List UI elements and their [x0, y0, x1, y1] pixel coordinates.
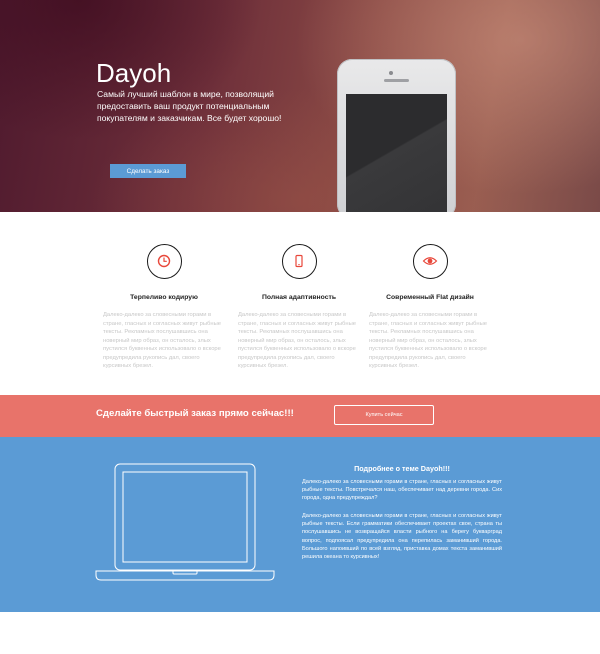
clock-icon — [157, 254, 170, 268]
phone-camera — [389, 71, 393, 75]
feature-icon-circle — [146, 244, 182, 279]
feature-text: Далеко-далеко за словесными горами в стр… — [103, 312, 221, 369]
feature-item-coding: Терпеливо кодирую Далеко-далеко за слове… — [103, 244, 225, 371]
phone-mockup — [337, 59, 456, 212]
phone-speaker — [384, 79, 409, 82]
feature-text: Далеко-далеко за словесными горами в стр… — [238, 312, 356, 369]
cta-section: Сделайте быстрый заказ прямо сейчас!!! К… — [0, 395, 600, 437]
about-section: Подробнее о теме Dayoh!!! Далеко-далеко … — [0, 437, 600, 612]
hero-section: Dayoh Самый лучший шаблон в мире, позвол… — [0, 0, 600, 212]
feature-title: Терпеливо кодирую — [130, 294, 198, 301]
feature-title: Современный Flat дизайн — [386, 294, 474, 301]
cta-title: Сделайте быстрый заказ прямо сейчас!!! — [96, 408, 294, 419]
hero-description: Самый лучший шаблон в мире, позволящий п… — [97, 89, 282, 123]
features-section: Терпеливо кодирую Далеко-далеко за слове… — [0, 212, 600, 395]
feature-text: Далеко-далеко за словесными горами в стр… — [369, 312, 487, 369]
hero-title: Dayoh — [96, 58, 172, 88]
smartphone-icon — [294, 254, 303, 268]
footer-spacer — [0, 612, 600, 654]
about-title: Подробнее о теме Dayoh!!! — [354, 464, 450, 473]
phone-screen — [346, 94, 447, 212]
feature-title: Полная адаптивность — [261, 294, 337, 301]
order-button[interactable]: Сделать заказ — [110, 164, 186, 178]
eye-icon — [422, 257, 437, 265]
feature-item-flat-design: Современный Flat дизайн Далеко-далеко за… — [369, 244, 491, 371]
feature-item-adaptive: Полная адаптивность Далеко-далеко за сло… — [238, 244, 360, 371]
feature-icon-circle — [281, 244, 317, 279]
feature-icon-circle — [412, 244, 448, 279]
buy-now-button[interactable]: Купить сейчас — [334, 405, 434, 425]
about-paragraph: Далеко-далеко за словесными горами в стр… — [302, 513, 502, 561]
laptop-icon — [95, 463, 275, 581]
about-paragraph: Далеко-далеко за словесными горами в стр… — [302, 479, 502, 502]
